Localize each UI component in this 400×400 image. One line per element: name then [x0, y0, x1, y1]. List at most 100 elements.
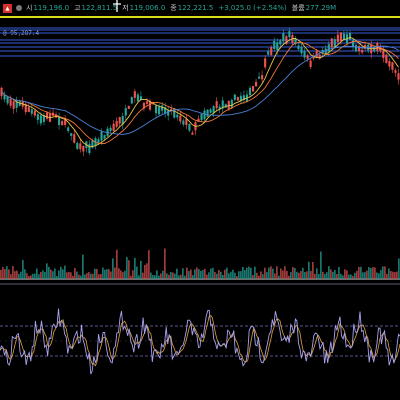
candle-body: [33, 110, 36, 116]
volume-bar: [58, 270, 60, 279]
high-label: 고: [74, 4, 81, 12]
volume-bar: [302, 267, 304, 279]
candle-body: [103, 135, 106, 139]
candle-body: [391, 62, 394, 70]
volume-bar: [62, 269, 64, 279]
volume-bar: [50, 269, 52, 279]
volume-bar: [226, 267, 228, 279]
volume-bar: [196, 267, 198, 279]
candle-body: [358, 46, 361, 52]
candle-body: [145, 101, 149, 104]
candle-body: [348, 33, 352, 40]
candle-body: [385, 54, 388, 64]
volume-bar: [32, 273, 34, 279]
volume-bar: [150, 272, 152, 279]
volume-bar: [72, 275, 74, 279]
oscillator-panel[interactable]: [0, 286, 400, 400]
volume-bar: [4, 269, 6, 279]
volume-bar: [82, 254, 84, 279]
volume-bar: [216, 273, 218, 279]
volume-bar: [22, 259, 24, 279]
volume-bar: [250, 267, 252, 279]
volume-bar: [330, 269, 332, 279]
volume-bar: [146, 263, 148, 279]
volume-bar: [10, 274, 12, 279]
volume-bar: [266, 272, 268, 279]
volume-bar: [220, 271, 222, 279]
volume-bar: [112, 258, 114, 279]
moving-average-fast: [1, 36, 399, 148]
volume-bar: [252, 275, 254, 279]
volume-bar: [120, 270, 122, 279]
open-value: 119,196.0: [33, 4, 70, 12]
volume-bar: [178, 275, 180, 279]
volume-bar: [194, 269, 196, 279]
volume-bar: [116, 249, 118, 279]
volume-bar: [256, 272, 258, 279]
candle-body: [255, 81, 258, 87]
volume-panel[interactable]: [0, 214, 400, 286]
volume-bar: [208, 272, 210, 279]
volume-bar: [218, 270, 220, 279]
volume-bar: [110, 271, 112, 279]
volume-bar: [40, 271, 42, 279]
volume-bar: [114, 267, 116, 279]
volume-bar: [6, 266, 8, 279]
volume-bar: [128, 260, 130, 279]
candle-body: [200, 113, 203, 121]
candle-body: [361, 49, 364, 53]
volume-bar: [228, 273, 230, 279]
volume-bar: [134, 257, 136, 279]
volume-bar: [312, 262, 314, 279]
volume-bar: [376, 272, 378, 279]
price-chart-panel[interactable]: [0, 16, 400, 214]
candle-body: [303, 51, 306, 58]
volume-bar: [166, 273, 168, 279]
volume-bar: [176, 268, 178, 279]
volume-bar: [298, 272, 300, 279]
candle-body: [136, 94, 139, 102]
candle-body: [236, 96, 239, 101]
candle-body: [355, 44, 358, 51]
volume-bar: [346, 270, 348, 279]
volume-bar: [290, 272, 292, 279]
candle-body: [6, 96, 9, 104]
volume-bar: [198, 269, 200, 279]
volume-bar: [390, 271, 392, 279]
candle-body: [3, 95, 6, 100]
volume-bar: [132, 270, 134, 279]
volume-bar: [270, 266, 272, 279]
change-value: +3,025.0 (+2.54%): [218, 4, 287, 12]
volume-bar: [46, 263, 48, 279]
volume-bar: [168, 274, 170, 279]
volume-bar: [372, 267, 374, 279]
volume-bar: [142, 272, 144, 279]
volume-bar: [108, 269, 110, 279]
candle-body: [297, 45, 300, 50]
volume-bar: [294, 267, 296, 279]
candle-body: [130, 97, 133, 104]
volume-bar: [42, 270, 44, 279]
volume-bar: [174, 273, 176, 279]
volume-bar: [222, 275, 224, 279]
volume-bar: [88, 272, 90, 279]
candle-body: [124, 108, 127, 116]
volume-bar: [182, 268, 184, 279]
volume-bar: [184, 275, 186, 279]
candle-body: [27, 107, 30, 113]
candle-body: [36, 114, 39, 120]
candle-body: [73, 134, 76, 143]
volume-bar: [98, 274, 100, 279]
volume-bar: [386, 273, 388, 279]
volume-bar: [140, 260, 142, 279]
volume-bar: [322, 271, 324, 279]
volume-bar: [382, 266, 384, 279]
volume-bar: [158, 275, 160, 279]
volume-bar: [24, 269, 26, 279]
candle-body: [209, 109, 212, 113]
low-label: 저: [122, 4, 129, 12]
candle-body: [9, 98, 12, 106]
volume-bar: [358, 266, 360, 279]
app-logo-icon[interactable]: [3, 3, 12, 13]
volume-bar: [232, 269, 234, 279]
